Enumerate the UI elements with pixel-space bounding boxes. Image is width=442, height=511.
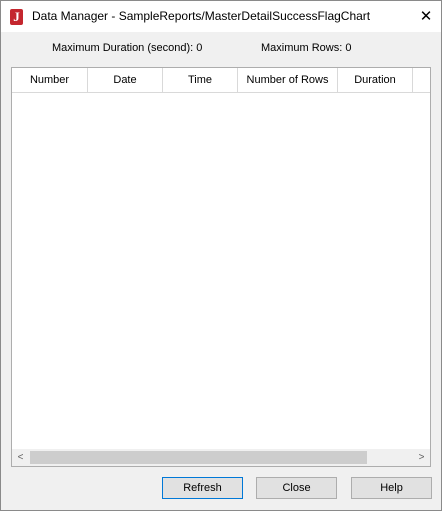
column-header-duration[interactable]: Duration — [338, 68, 413, 92]
column-header-date[interactable]: Date — [88, 68, 163, 92]
max-rows-label: Maximum Rows: 0 — [261, 42, 352, 54]
column-header-number[interactable]: Number — [12, 68, 88, 92]
data-manager-window: J Data Manager - SampleReports/MasterDet… — [0, 0, 442, 511]
history-table[interactable]: Number Date Time Number of Rows Duration… — [11, 67, 431, 467]
horizontal-scrollbar[interactable]: < > — [12, 449, 430, 466]
close-button[interactable]: Close — [256, 477, 337, 499]
close-icon[interactable]: ✕ — [411, 1, 441, 32]
title-bar: J Data Manager - SampleReports/MasterDet… — [1, 1, 441, 32]
table-header: Number Date Time Number of Rows Duration — [12, 68, 430, 93]
window-title: Data Manager - SampleReports/MasterDetai… — [32, 9, 371, 23]
column-header-time[interactable]: Time — [163, 68, 238, 92]
column-header-number-of-rows[interactable]: Number of Rows — [238, 68, 338, 92]
refresh-button[interactable]: Refresh — [162, 477, 243, 499]
app-icon: J — [10, 9, 23, 25]
max-duration-label: Maximum Duration (second): 0 — [52, 42, 203, 54]
scrollbar-thumb[interactable] — [30, 451, 367, 464]
help-button[interactable]: Help — [351, 477, 432, 499]
scroll-right-icon[interactable]: > — [413, 449, 430, 466]
scroll-left-icon[interactable]: < — [12, 449, 29, 466]
